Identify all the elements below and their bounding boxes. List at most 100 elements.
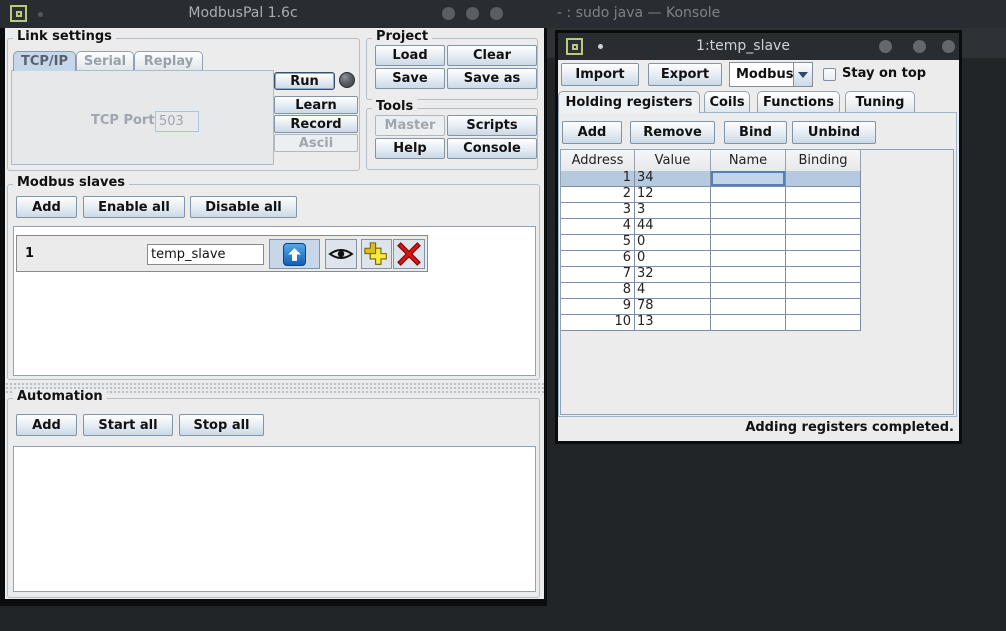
cell-binding[interactable] [786,299,861,314]
remove-register-button[interactable]: Remove [630,121,715,144]
cell-address[interactable]: 9 [561,299,635,314]
slave-view-button[interactable] [325,239,357,269]
tab-holding-registers[interactable]: Holding registers [558,91,700,113]
register-table-viewport[interactable]: Address Value Name Binding 1 34 2 12 [560,149,954,415]
col-value[interactable]: Value [635,150,711,171]
close-button[interactable] [490,7,503,20]
cell-binding[interactable] [786,251,861,266]
cell-binding[interactable] [786,235,861,250]
cell-binding[interactable] [786,171,861,186]
help-button[interactable]: Help [375,138,445,159]
cell-value[interactable]: 12 [635,187,711,202]
slave-close-button[interactable] [942,40,955,53]
tab-coils[interactable]: Coils [704,91,750,112]
cell-value[interactable]: 44 [635,219,711,234]
enable-all-button[interactable]: Enable all [83,196,185,218]
tab-tuning[interactable]: Tuning [845,91,915,112]
cell-name[interactable] [711,315,786,330]
main-titlebar[interactable]: ModbusPal 1.6c [0,0,547,28]
cell-binding[interactable] [786,315,861,330]
table-row[interactable]: 2 12 [561,187,861,203]
cell-address[interactable]: 3 [561,203,635,218]
cell-value[interactable]: 4 [635,283,711,298]
cell-binding[interactable] [786,203,861,218]
clear-button[interactable]: Clear [447,45,537,66]
add-automation-button[interactable]: Add [16,414,77,436]
table-row[interactable]: 3 3 [561,203,861,219]
add-register-button[interactable]: Add [562,121,622,144]
cell-name[interactable] [711,171,786,186]
tab-functions[interactable]: Functions [757,91,840,112]
stop-all-button[interactable]: Stop all [179,414,264,436]
learn-button[interactable]: Learn [274,96,358,114]
record-button[interactable]: Record [274,115,358,133]
cell-value[interactable]: 13 [635,315,711,330]
table-row[interactable]: 10 13 [561,315,861,331]
cell-binding[interactable] [786,267,861,282]
col-name[interactable]: Name [711,150,786,171]
cell-address[interactable]: 1 [561,171,635,186]
cell-name[interactable] [711,251,786,266]
slave-row[interactable]: 1 [16,235,428,272]
cell-address[interactable]: 10 [561,315,635,330]
cell-address[interactable]: 8 [561,283,635,298]
cell-name[interactable] [711,299,786,314]
scripts-button[interactable]: Scripts [447,115,537,136]
import-button[interactable]: Import [561,63,639,86]
cell-value[interactable]: 78 [635,299,711,314]
tcp-port-input[interactable] [155,111,199,132]
minimize-button[interactable] [442,7,455,20]
combo-arrow-button[interactable] [793,63,812,86]
table-row[interactable]: 1 34 [561,171,861,187]
table-row[interactable]: 5 0 [561,235,861,251]
slave-maximize-button[interactable] [913,40,926,53]
cell-name[interactable] [711,267,786,282]
cell-name[interactable] [711,235,786,250]
save-as-button[interactable]: Save as [447,68,537,89]
cell-name[interactable] [711,219,786,234]
cell-address[interactable]: 7 [561,267,635,282]
cell-name[interactable] [711,187,786,202]
cell-value[interactable]: 0 [635,235,711,250]
slave-delete-button[interactable] [393,239,425,269]
cell-value[interactable]: 0 [635,251,711,266]
slave-titlebar[interactable]: 1:temp_slave [558,33,959,60]
cell-binding[interactable] [786,219,861,234]
cell-address[interactable]: 6 [561,251,635,266]
slave-minimize-button[interactable] [879,40,892,53]
cell-name[interactable] [711,283,786,298]
console-button[interactable]: Console [447,138,537,159]
table-row[interactable]: 7 32 [561,267,861,283]
cell-value[interactable]: 3 [635,203,711,218]
cell-binding[interactable] [786,187,861,202]
tab-serial[interactable]: Serial [76,51,134,70]
table-row[interactable]: 8 4 [561,283,861,299]
col-address[interactable]: Address [561,150,635,171]
slave-name-input[interactable] [147,244,264,265]
maximize-button[interactable] [466,7,479,20]
konsole-titlebar[interactable]: - : sudo java — Konsole [547,0,1006,28]
disable-all-button[interactable]: Disable all [190,196,297,218]
table-row[interactable]: 4 44 [561,219,861,235]
add-slave-button[interactable]: Add [16,196,77,218]
tab-tcpip[interactable]: TCP/IP [13,51,76,71]
load-button[interactable]: Load [375,45,445,66]
save-button[interactable]: Save [375,68,445,89]
run-button[interactable]: Run [274,72,335,90]
bind-button[interactable]: Bind [724,121,787,144]
protocol-combobox[interactable]: Modbus [729,62,813,87]
cell-value[interactable]: 32 [635,267,711,282]
cell-address[interactable]: 2 [561,187,635,202]
start-all-button[interactable]: Start all [83,414,173,436]
cell-name[interactable] [711,203,786,218]
tab-replay[interactable]: Replay [134,51,203,70]
table-row[interactable]: 6 0 [561,251,861,267]
cell-binding[interactable] [786,283,861,298]
cell-address[interactable]: 5 [561,235,635,250]
cell-value[interactable]: 34 [635,171,711,186]
stay-on-top-checkbox[interactable] [823,68,836,81]
export-button[interactable]: Export [648,63,722,86]
table-row[interactable]: 9 78 [561,299,861,315]
cell-address[interactable]: 4 [561,219,635,234]
unbind-button[interactable]: Unbind [792,121,876,144]
